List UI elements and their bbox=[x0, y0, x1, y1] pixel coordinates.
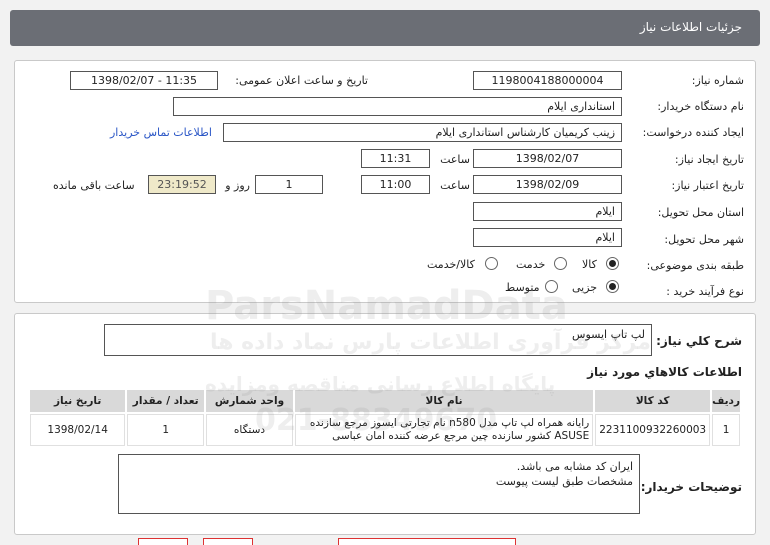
remaining-time-label: ساعت باقی مانده bbox=[53, 179, 135, 192]
bottom-button[interactable] bbox=[138, 538, 188, 545]
item-qty-cell: 1 bbox=[127, 414, 205, 446]
process-type-label: نوع فرآیند خرید : bbox=[666, 285, 744, 298]
validity-date-label: تاریخ اعتبار نیاز: bbox=[671, 179, 744, 192]
item-name-cell: رایانه همراه لپ تاپ مدل n580 نام تجارتی … bbox=[294, 414, 594, 446]
item-date-cell: 1398/02/14 bbox=[30, 414, 126, 446]
item-code-cell: 2231100932260003 bbox=[595, 414, 711, 446]
buyer-notes-line: مشخصات طبق لیست پیوست bbox=[495, 475, 633, 488]
buyer-contact-link[interactable]: اطلاعات تماس خریدار bbox=[110, 126, 212, 139]
requester-field: زینب کریمیان کارشناس استانداری ایلام bbox=[223, 123, 622, 142]
row-number-cell: 1 bbox=[712, 414, 740, 446]
col-header-name: نام کالا bbox=[294, 390, 594, 412]
summary-label: شرح کلي نياز: bbox=[656, 334, 742, 348]
items-section-title: اطلاعات کالاهاي مورد نياز bbox=[587, 365, 742, 379]
page-title: جزئیات اطلاعات نیاز bbox=[639, 20, 742, 34]
need-number-label: شماره نیاز: bbox=[691, 74, 744, 87]
requester-label: ایجاد کننده درخواست: bbox=[642, 126, 744, 139]
validity-time-field: 11:00 bbox=[361, 175, 430, 194]
created-time-field: 11:31 bbox=[361, 149, 430, 168]
category-radio-service[interactable] bbox=[554, 257, 567, 270]
need-number-field: 1198004188000004 bbox=[473, 71, 622, 90]
city-label: شهر محل تحویل: bbox=[664, 233, 744, 246]
province-field: ایلام bbox=[473, 202, 622, 221]
category-option-goods: کالا bbox=[582, 258, 597, 271]
table-row: 1 2231100932260003 رایانه همراه لپ تاپ م… bbox=[30, 414, 740, 446]
announce-datetime-field: 1398/02/07 - 11:35 bbox=[70, 71, 218, 90]
col-header-qty: تعداد / مقدار bbox=[127, 390, 205, 412]
buyer-notes-line: ایران کد مشابه می باشد. bbox=[516, 460, 633, 473]
province-label: استان محل تحویل: bbox=[657, 206, 744, 219]
created-time-label: ساعت bbox=[440, 153, 470, 166]
items-table: ردیف کد کالا نام کالا واحد شمارش تعداد /… bbox=[28, 388, 742, 448]
buyer-org-field: استانداری ایلام bbox=[173, 97, 622, 116]
created-date-label: تاریخ ایجاد نیاز: bbox=[674, 153, 744, 166]
category-option-service: خدمت bbox=[516, 258, 546, 271]
buyer-notes-field: ایران کد مشابه می باشد. مشخصات طبق لیست … bbox=[118, 454, 640, 514]
item-unit-cell: دستگاه bbox=[206, 414, 293, 446]
validity-date-field: 1398/02/09 bbox=[473, 175, 622, 194]
bottom-button[interactable] bbox=[203, 538, 253, 545]
city-field: ایلام bbox=[473, 228, 622, 247]
remaining-time-field: 23:19:52 bbox=[148, 175, 216, 194]
created-date-field: 1398/02/07 bbox=[473, 149, 622, 168]
page-header: جزئیات اطلاعات نیاز bbox=[10, 10, 760, 46]
col-header-code: کد کالا bbox=[595, 390, 711, 412]
validity-time-label: ساعت bbox=[440, 179, 470, 192]
buyer-notes-label: توضیحات خریدار: bbox=[640, 480, 742, 494]
items-table-header: ردیف کد کالا نام کالا واحد شمارش تعداد /… bbox=[30, 390, 740, 412]
summary-field: لپ تاپ ایسوس bbox=[104, 324, 652, 356]
process-radio-medium[interactable] bbox=[545, 280, 558, 293]
category-radio-goods[interactable] bbox=[606, 257, 619, 270]
bottom-button[interactable] bbox=[338, 538, 516, 545]
buyer-org-label: نام دستگاه خریدار: bbox=[657, 100, 744, 113]
day-and-label: روز و bbox=[225, 179, 250, 192]
days-remaining-field: 1 bbox=[255, 175, 323, 194]
process-radio-minor[interactable] bbox=[606, 280, 619, 293]
process-option-minor: جزیی bbox=[572, 281, 598, 294]
category-radio-goods-service[interactable] bbox=[485, 257, 498, 270]
col-header-row: ردیف bbox=[712, 390, 740, 412]
category-label: طبقه بندی موضوعی: bbox=[646, 259, 744, 272]
category-option-goods-service: کالا/خدمت bbox=[427, 258, 475, 271]
announce-label: تاریخ و ساعت اعلان عمومی: bbox=[235, 74, 368, 87]
col-header-unit: واحد شمارش bbox=[206, 390, 293, 412]
process-option-medium: متوسط bbox=[505, 281, 540, 294]
col-header-date: تاریخ نیاز bbox=[30, 390, 126, 412]
